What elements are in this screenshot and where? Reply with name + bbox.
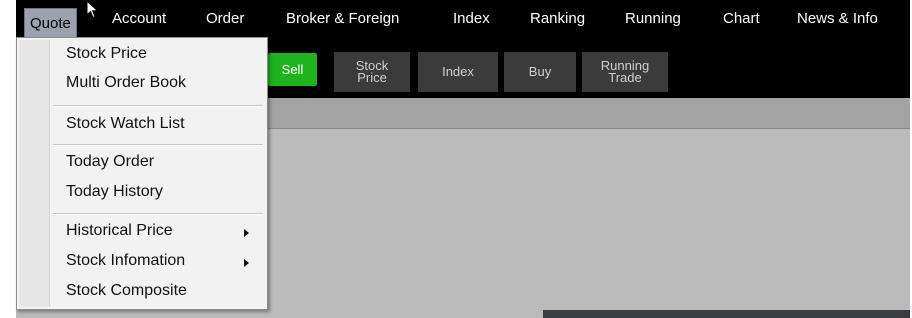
menu-item-today-order[interactable]: Today Order <box>66 153 154 171</box>
menubar: Quote Account Order Broker & Foreign Ind… <box>16 0 910 39</box>
triangle-right-icon <box>244 259 249 267</box>
menu-running[interactable]: Running <box>625 0 681 37</box>
triangle-right-icon <box>244 229 249 237</box>
menu-item-multi-order-book[interactable]: Multi Order Book <box>66 74 186 92</box>
menu-item-stock-composite[interactable]: Stock Composite <box>66 282 187 300</box>
menu-item-stock-infomation[interactable]: Stock Infomation <box>66 252 185 270</box>
mouse-pointer-icon <box>86 0 99 19</box>
menu-item-today-history[interactable]: Today History <box>66 183 163 201</box>
running-trade-button-label: Running Trade <box>600 58 650 85</box>
stock-price-button-label: Stock Price <box>355 58 389 85</box>
menu-index[interactable]: Index <box>453 0 490 37</box>
menu-quote[interactable]: Quote <box>24 8 77 39</box>
sell-button-label: Sell <box>281 61 304 77</box>
running-trade-button[interactable]: Running Trade <box>582 52 668 92</box>
menu-item-historical-price[interactable]: Historical Price <box>66 222 173 240</box>
index-button[interactable]: Index <box>418 52 498 92</box>
menu-order[interactable]: Order <box>206 0 244 37</box>
menu-separator <box>53 144 263 146</box>
menu-news-info[interactable]: News & Info <box>797 0 878 37</box>
menu-separator <box>53 213 263 215</box>
sell-button[interactable]: Sell <box>268 53 317 86</box>
buy-button[interactable]: Buy <box>504 52 576 92</box>
menu-item-stock-price[interactable]: Stock Price <box>66 45 147 63</box>
stock-price-button[interactable]: Stock Price <box>334 52 410 92</box>
index-button-label: Index <box>442 64 474 79</box>
menu-chart[interactable]: Chart <box>723 0 760 37</box>
buy-button-label: Buy <box>528 64 552 79</box>
menu-separator <box>53 105 263 107</box>
menu-account[interactable]: Account <box>112 0 166 37</box>
quote-dropdown-menu: Stock Price Multi Order Book Stock Watch… <box>16 37 268 310</box>
menu-ranking[interactable]: Ranking <box>530 0 585 37</box>
panel-edge <box>543 310 910 318</box>
menu-icon-gutter <box>19 40 50 307</box>
menu-broker-foreign[interactable]: Broker & Foreign <box>286 0 399 37</box>
menu-item-stock-watch-list[interactable]: Stock Watch List <box>66 115 185 133</box>
